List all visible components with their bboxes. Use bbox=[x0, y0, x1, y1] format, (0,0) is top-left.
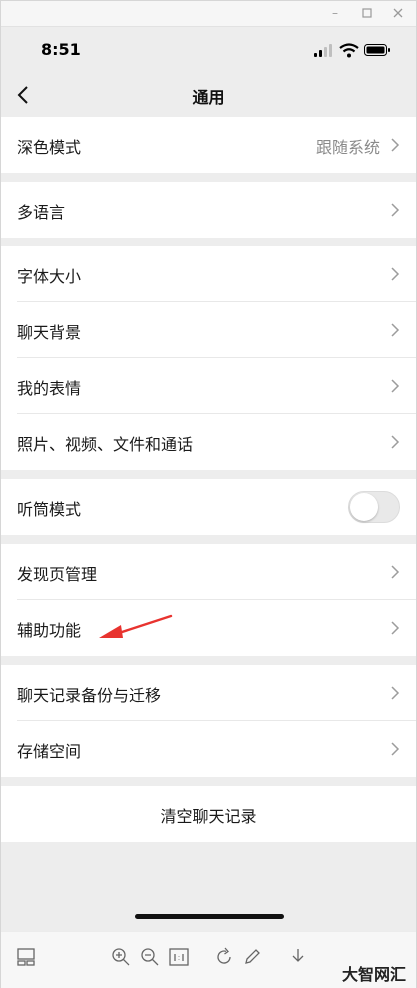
chevron-right-icon bbox=[391, 686, 400, 700]
window-titlebar: – bbox=[1, 1, 416, 27]
setting-label: 我的表情 bbox=[17, 379, 82, 398]
setting-language[interactable]: 多语言 bbox=[1, 182, 416, 238]
home-indicator bbox=[135, 914, 284, 919]
setting-my-stickers[interactable]: 我的表情 bbox=[1, 358, 416, 414]
setting-chat-background[interactable]: 聊天背景 bbox=[1, 302, 416, 358]
chevron-right-icon bbox=[391, 379, 400, 393]
status-bar: 8:51 bbox=[1, 27, 416, 77]
setting-label: 辅助功能 bbox=[17, 621, 82, 640]
chevron-right-icon bbox=[391, 435, 400, 449]
setting-label: 聊天记录备份与迁移 bbox=[17, 686, 162, 705]
setting-value: 跟随系统 bbox=[315, 138, 380, 157]
close-icon[interactable] bbox=[390, 5, 406, 21]
status-icons bbox=[314, 42, 390, 58]
setting-font-size[interactable]: 字体大小 bbox=[1, 246, 416, 302]
setting-earpiece-mode: 听筒模式 bbox=[1, 479, 416, 535]
zoom-out-icon[interactable] bbox=[139, 946, 161, 968]
setting-storage[interactable]: 存储空间 bbox=[1, 721, 416, 777]
rotate-icon[interactable] bbox=[213, 946, 235, 968]
chevron-right-icon bbox=[391, 203, 400, 217]
setting-label: 照片、视频、文件和通话 bbox=[17, 435, 194, 454]
viewer-toolbar: 大智网汇 bbox=[1, 931, 416, 988]
layout-icon[interactable] bbox=[15, 946, 37, 968]
nav-bar: 通用 bbox=[1, 77, 416, 117]
signal-icon bbox=[314, 44, 332, 57]
battery-icon bbox=[364, 44, 390, 56]
zoom-in-icon[interactable] bbox=[110, 946, 132, 968]
setting-dark-mode[interactable]: 深色模式 跟随系统 bbox=[1, 117, 416, 173]
setting-chat-backup[interactable]: 聊天记录备份与迁移 bbox=[1, 665, 416, 721]
status-time: 8:51 bbox=[41, 40, 81, 59]
edit-icon[interactable] bbox=[241, 946, 263, 968]
setting-label: 多语言 bbox=[17, 203, 66, 222]
setting-label: 发现页管理 bbox=[17, 565, 98, 584]
app-window: – 8:51 通用 深色模式 跟随系统 多语言 字体大小 聊天背景 我的表情 照… bbox=[0, 0, 417, 988]
annotation-arrow-icon bbox=[99, 614, 173, 638]
toggle-knob bbox=[350, 493, 378, 521]
maximize-icon[interactable] bbox=[359, 5, 375, 21]
actual-size-icon[interactable] bbox=[168, 946, 190, 968]
setting-media-files[interactable]: 照片、视频、文件和通话 bbox=[1, 414, 416, 470]
watermark: 大智网汇 bbox=[341, 965, 406, 984]
download-icon[interactable] bbox=[287, 946, 309, 968]
chevron-right-icon bbox=[391, 323, 400, 337]
setting-label: 字体大小 bbox=[17, 267, 82, 286]
earpiece-mode-toggle[interactable] bbox=[348, 491, 400, 523]
setting-label: 听筒模式 bbox=[17, 500, 82, 519]
chevron-right-icon bbox=[391, 742, 400, 756]
setting-label: 存储空间 bbox=[17, 742, 82, 761]
chevron-right-icon bbox=[391, 621, 400, 635]
chevron-right-icon bbox=[391, 565, 400, 579]
clear-chat-history-label: 清空聊天记录 bbox=[160, 807, 257, 826]
wifi-icon bbox=[339, 43, 359, 58]
page-title: 通用 bbox=[192, 88, 225, 107]
setting-discover-management[interactable]: 发现页管理 bbox=[1, 544, 416, 600]
chevron-right-icon bbox=[391, 138, 400, 152]
setting-label: 深色模式 bbox=[17, 138, 82, 157]
setting-label: 聊天背景 bbox=[17, 323, 82, 342]
setting-accessibility[interactable]: 辅助功能 bbox=[1, 600, 416, 656]
clear-chat-history-button[interactable]: 清空聊天记录 bbox=[1, 786, 416, 842]
minimize-icon[interactable]: – bbox=[327, 5, 343, 21]
chevron-right-icon bbox=[391, 267, 400, 281]
